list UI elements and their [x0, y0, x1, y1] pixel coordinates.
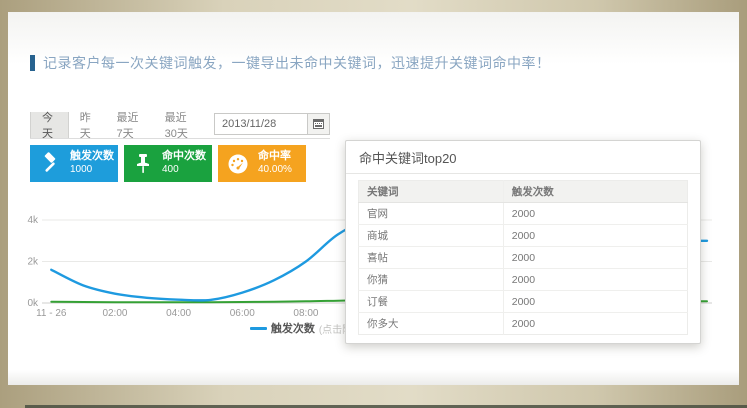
table-cell: 商城 — [359, 225, 504, 247]
table-cell: 2000 — [503, 225, 687, 247]
table-row: 官网2000 — [359, 203, 688, 225]
table-row: 你多大2000 — [359, 313, 688, 335]
table-cell: 你多大 — [359, 313, 504, 335]
table-cell: 喜帖 — [359, 247, 504, 269]
legend-swatch — [250, 327, 267, 330]
table-row: 喜帖2000 — [359, 247, 688, 269]
table-cell: 2000 — [503, 269, 687, 291]
screenshot-frame: 记录客户每一次关键词触发，一键导出未命中关键词，迅速提升关键词命中率！ 今天昨天… — [0, 0, 747, 408]
table-cell: 2000 — [503, 313, 687, 335]
column-header: 关键词 — [359, 181, 504, 203]
table-row: 商城2000 — [359, 225, 688, 247]
table-cell: 你猜 — [359, 269, 504, 291]
table-cell: 2000 — [503, 203, 687, 225]
svg-text:11 - 26: 11 - 26 — [36, 308, 67, 319]
column-header: 触发次数 — [503, 181, 687, 203]
legend-label: 触发次数 — [271, 320, 315, 336]
dashboard-surface: 记录客户每一次关键词触发，一键导出未命中关键词，迅速提升关键词命中率！ 今天昨天… — [8, 12, 739, 385]
table-header-row: 关键词触发次数 — [359, 181, 688, 203]
svg-text:06:00: 06:00 — [230, 308, 255, 319]
svg-text:02:00: 02:00 — [102, 308, 127, 319]
svg-text:4k: 4k — [27, 215, 39, 226]
table-cell: 2000 — [503, 291, 687, 313]
table-row: 订餐2000 — [359, 291, 688, 313]
svg-text:08:00: 08:00 — [293, 308, 318, 319]
panel-title: 命中关键词top20 — [346, 141, 700, 174]
table-cell: 2000 — [503, 247, 687, 269]
table-cell: 订餐 — [359, 291, 504, 313]
table-body: 官网2000商城2000喜帖2000你猜2000订餐2000你多大2000 — [359, 203, 688, 335]
keywords-table: 关键词触发次数 官网2000商城2000喜帖2000你猜2000订餐2000你多… — [358, 180, 688, 335]
svg-text:2k: 2k — [27, 257, 39, 268]
svg-text:04:00: 04:00 — [166, 308, 191, 319]
table-cell: 官网 — [359, 203, 504, 225]
table-row: 你猜2000 — [359, 269, 688, 291]
top-keywords-panel: 命中关键词top20 关键词触发次数 官网2000商城2000喜帖2000你猜2… — [345, 140, 701, 344]
